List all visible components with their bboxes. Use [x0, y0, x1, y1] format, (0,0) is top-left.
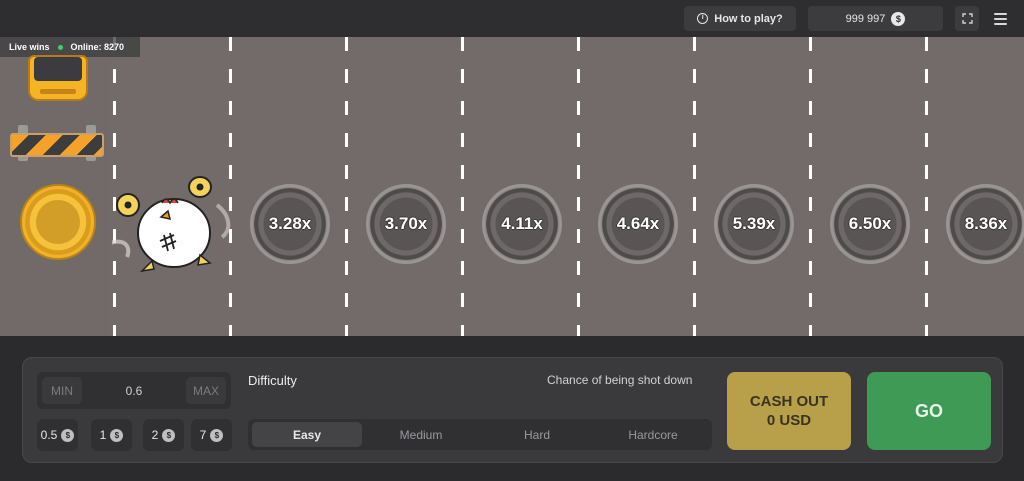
bet-value[interactable]: 0.6: [97, 372, 171, 409]
difficulty-selector: Easy Medium Hard Hardcore: [248, 419, 712, 450]
manhole-cover: 3.70x: [366, 184, 446, 264]
quick-bet-button[interactable]: 1 $: [91, 419, 132, 451]
manhole-cover: 4.64x: [598, 184, 678, 264]
game-app: i How to play? 999 997 $ Live wins Onlin…: [0, 0, 1024, 481]
difficulty-medium-tab[interactable]: Medium: [366, 422, 476, 447]
chance-label: Chance of being shot down: [547, 373, 693, 387]
min-bet-button[interactable]: MIN: [42, 377, 82, 404]
multiplier-label: 4.11x: [501, 214, 543, 233]
online-dot-icon: [57, 44, 63, 50]
lane-divider: [461, 37, 464, 336]
multiplier-label: 4.64x: [616, 214, 660, 233]
how-to-play-button[interactable]: i How to play?: [684, 6, 796, 31]
gold-manhole-icon: [20, 184, 96, 260]
cash-out-label: CASH OUT: [749, 393, 829, 410]
quick-bet-button[interactable]: 0.5 $: [37, 419, 78, 451]
menu-button[interactable]: [989, 6, 1011, 31]
quick-bet-amount: 7: [199, 428, 207, 442]
online-count: Online: 8270: [70, 42, 125, 52]
difficulty-easy-tab[interactable]: Easy: [252, 422, 362, 447]
difficulty-hard-tab[interactable]: Hard: [482, 422, 592, 447]
manhole-cover: 6.50x: [830, 184, 910, 264]
go-button[interactable]: GO: [867, 372, 991, 450]
lane-divider: [693, 37, 696, 336]
live-wins-bar[interactable]: Live wins Online: 8270: [0, 37, 140, 57]
cash-out-button[interactable]: CASH OUT 0 USD: [727, 372, 851, 450]
dollar-coin-icon: $: [110, 428, 124, 442]
max-bet-button[interactable]: MAX: [186, 377, 226, 404]
lane-divider: [925, 37, 928, 336]
quick-bet-amount: 0.5: [40, 428, 58, 442]
car-icon: [28, 55, 88, 103]
multiplier-label: 6.50x: [848, 214, 892, 233]
chicken-character-icon: [112, 176, 231, 273]
top-bar: i How to play? 999 997 $: [0, 0, 1024, 37]
manhole-cover: 8.36x: [946, 184, 1024, 264]
manhole-cover: 3.28x: [250, 184, 330, 264]
info-icon: i: [697, 13, 709, 24]
quick-bet-button[interactable]: 2 $: [143, 419, 184, 451]
road: Live wins Online: 8270 3.28x 3.70x 4.11x…: [0, 37, 1024, 336]
multiplier-label: 8.36x: [964, 214, 1008, 233]
live-wins-label: Live wins: [9, 42, 50, 52]
difficulty-hardcore-tab[interactable]: Hardcore: [598, 422, 708, 447]
lane-divider: [345, 37, 348, 336]
lane-divider: [809, 37, 812, 336]
multiplier-label: 5.39x: [732, 214, 776, 233]
quick-bet-amount: 1: [99, 428, 107, 442]
multiplier-label: 3.70x: [384, 214, 428, 233]
difficulty-label: Difficulty: [248, 373, 297, 388]
multiplier-label: 3.28x: [268, 214, 312, 233]
balance-display: 999 997 $: [808, 6, 943, 31]
road-barrier-icon: [8, 123, 106, 163]
manhole-cover: 4.11x: [482, 184, 562, 264]
how-to-play-label: How to play?: [714, 12, 783, 25]
fullscreen-button[interactable]: [955, 6, 979, 31]
dollar-coin-icon: $: [162, 428, 176, 442]
dollar-coin-icon: $: [210, 428, 224, 442]
quick-bet-amount: 2: [151, 428, 159, 442]
bet-amount-input[interactable]: MIN 0.6 MAX: [37, 372, 231, 409]
lane-divider: [577, 37, 580, 336]
quick-bet-button[interactable]: 7 $: [191, 419, 232, 451]
dollar-coin-icon: $: [61, 428, 75, 442]
manhole-cover: 5.39x: [714, 184, 794, 264]
dollar-coin-icon: $: [891, 11, 906, 26]
balance-value: 999 997: [845, 12, 886, 25]
cash-out-amount: 0 USD: [766, 412, 812, 429]
fullscreen-icon: [961, 13, 973, 24]
menu-icon: [993, 12, 1007, 15]
control-panel: MIN 0.6 MAX 0.5 $ 1 $ 2 $ 7 $ Difficulty…: [22, 357, 1003, 463]
